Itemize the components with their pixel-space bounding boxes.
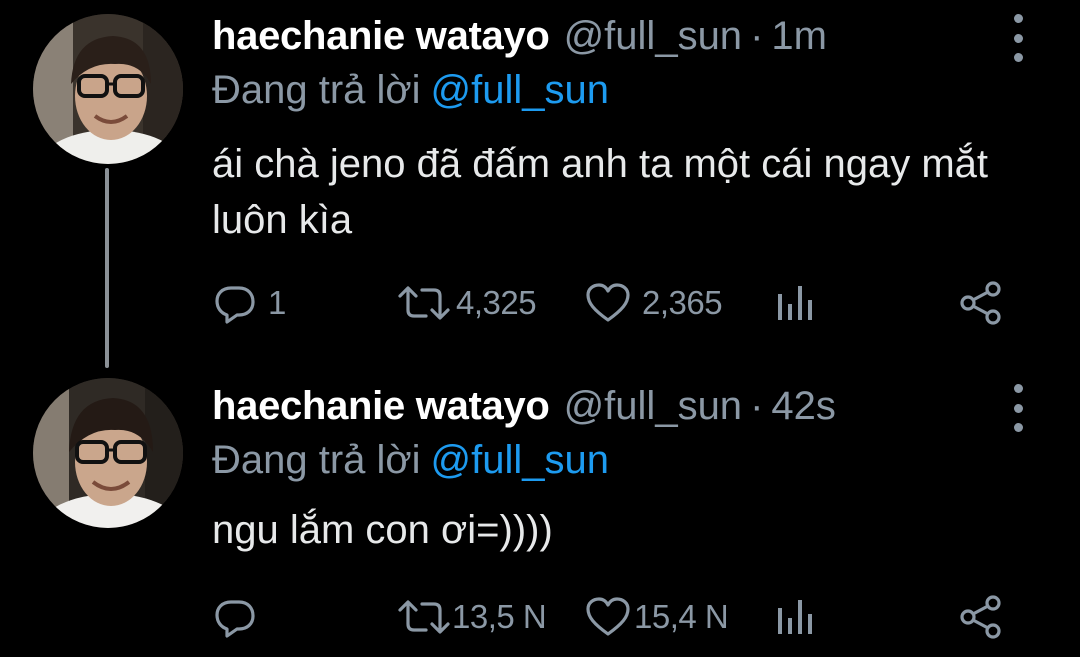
analytics-icon [778,286,812,320]
reply-icon [215,286,255,324]
share-icon [960,595,1001,639]
avatar[interactable] [33,14,183,164]
tweet[interactable]: haechanie watayo @full_sun · 1m Đang trả… [0,0,1080,360]
like-button[interactable]: 15,4 N [584,592,729,642]
retweet-button[interactable]: 4,325 [396,278,537,328]
analytics-icon [778,600,812,634]
replying-to: Đang trả lời @full_sun [212,434,609,486]
user-handle[interactable]: @full_sun [564,10,742,62]
display-name[interactable]: haechanie watayo [212,10,550,62]
tweet-header: haechanie watayo @full_sun · 42s [212,380,836,432]
separator-dot: · [750,14,764,58]
tweet-header: haechanie watayo @full_sun · 1m [212,10,827,62]
analytics-button[interactable] [774,592,816,642]
reply-button[interactable]: 1 [212,278,286,328]
reply-to-link[interactable]: @full_sun [431,438,609,482]
retweet-count: 13,5 N [452,598,547,635]
share-button[interactable] [958,278,1004,328]
heart-icon [586,597,630,636]
heart-icon [586,283,630,322]
share-icon [960,281,1001,325]
replying-to-label: Đang trả lời [212,438,421,482]
like-count: 2,365 [642,284,723,321]
reply-icon [215,600,255,638]
reply-button[interactable] [212,592,268,642]
retweet-count: 4,325 [456,284,537,321]
retweet-icon [398,286,450,320]
timestamp[interactable]: 42s [771,380,836,432]
tweet-actions: 1 4,325 2,365 [0,278,1080,328]
avatar[interactable] [33,378,183,528]
tweet-text: ái chà jeno đã đấm anh ta một cái ngay m… [212,142,989,242]
replying-to: Đang trả lời @full_sun [212,64,609,116]
display-name[interactable]: haechanie watayo [212,380,550,432]
retweet-icon [398,600,450,634]
reply-count: 1 [268,284,286,321]
like-button[interactable]: 2,365 [584,278,723,328]
tweet-actions: 13,5 N 15,4 N [0,592,1080,642]
replying-to-label: Đang trả lời [212,68,421,112]
tweet-text: ngu lắm con ơi=)))) [212,508,553,552]
more-options-icon[interactable] [1006,384,1030,432]
timestamp[interactable]: 1m [771,10,827,62]
reply-to-link[interactable]: @full_sun [431,68,609,112]
like-count: 15,4 N [634,598,729,635]
analytics-button[interactable] [774,278,816,328]
share-button[interactable] [958,592,1004,642]
tweet[interactable]: haechanie watayo @full_sun · 42s Đang tr… [0,368,1080,657]
more-options-icon[interactable] [1006,14,1030,62]
separator-dot: · [750,384,764,428]
retweet-button[interactable]: 13,5 N [396,592,547,642]
user-handle[interactable]: @full_sun [564,380,742,432]
